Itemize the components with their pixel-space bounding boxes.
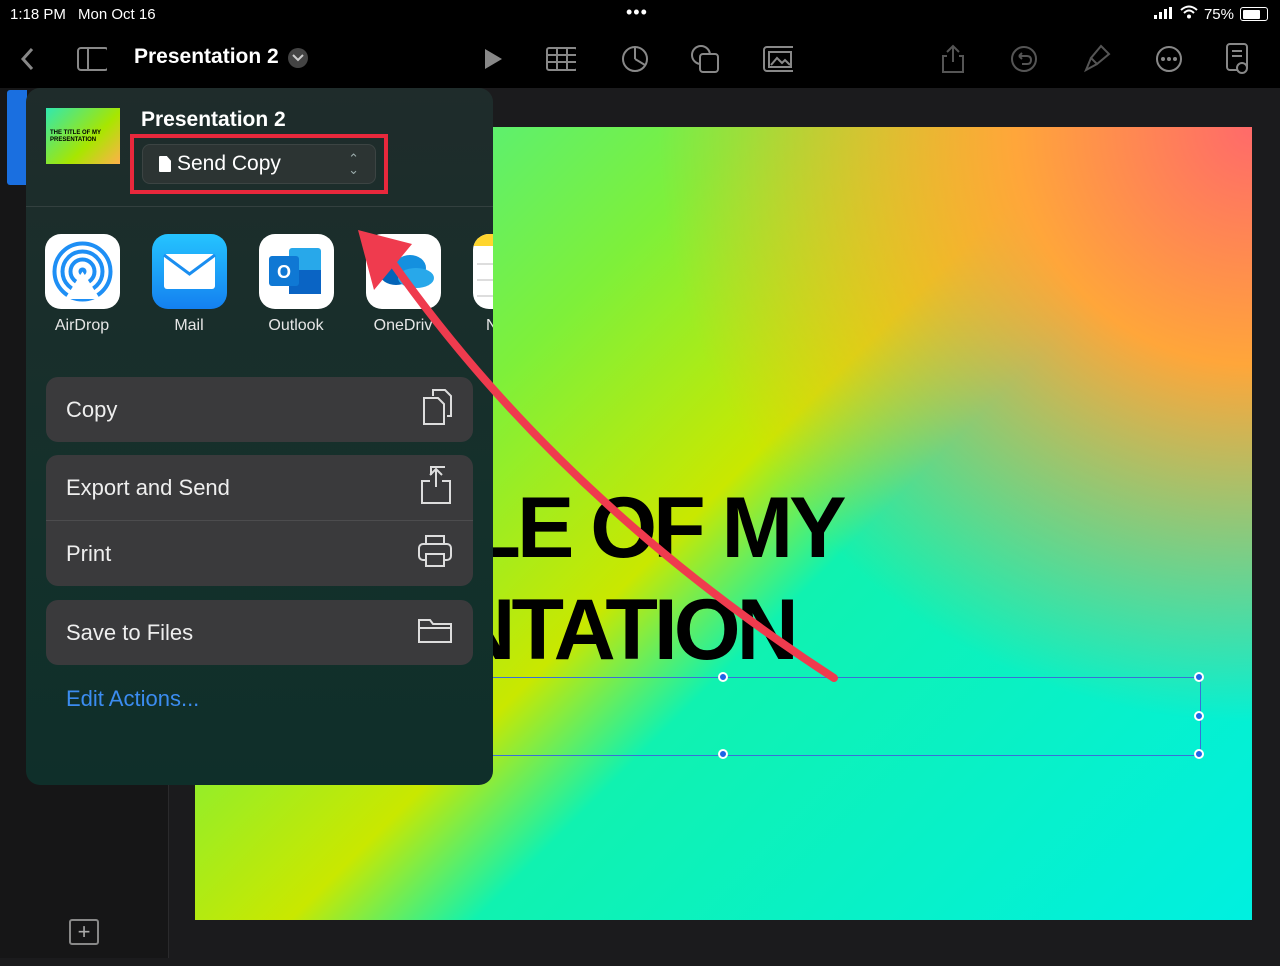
resize-handle-bottom[interactable] xyxy=(718,749,728,759)
shapes-icon[interactable] xyxy=(690,44,720,74)
chart-icon[interactable] xyxy=(620,44,650,74)
table-icon[interactable] xyxy=(546,44,576,74)
document-view-icon[interactable] xyxy=(1223,43,1253,74)
resize-handle-top[interactable] xyxy=(718,672,728,682)
battery-icon xyxy=(1240,7,1268,21)
media-icon[interactable] xyxy=(763,44,793,74)
app-airdrop[interactable]: AirDrop xyxy=(44,234,120,335)
share-icon[interactable] xyxy=(938,44,968,74)
resize-handle-right[interactable] xyxy=(1194,711,1204,721)
status-bar: 1:18 PM Mon Oct 16 ••• 75% xyxy=(0,0,1280,30)
more-icon[interactable] xyxy=(1154,44,1184,74)
format-brush-icon[interactable] xyxy=(1082,44,1112,74)
app-notes[interactable]: N xyxy=(472,234,493,335)
play-icon[interactable] xyxy=(478,44,508,74)
mail-icon xyxy=(151,234,227,309)
app-label: N xyxy=(486,317,493,334)
export-send-action[interactable]: Export and Send xyxy=(46,455,473,520)
save-files-action[interactable]: Save to Files xyxy=(46,600,473,665)
copy-action[interactable]: Copy xyxy=(46,377,473,442)
wifi-icon xyxy=(1180,5,1198,23)
share-sheet: THE TITLE OF MY PRESENTATION Presentatio… xyxy=(26,88,493,785)
outlook-icon: O xyxy=(258,234,334,309)
export-share-icon xyxy=(419,465,453,511)
resize-handle-bottom-right[interactable] xyxy=(1194,749,1204,759)
printer-icon xyxy=(417,534,453,574)
app-label: OneDriv xyxy=(373,317,433,334)
app-label: Outlook xyxy=(268,317,324,334)
status-date: Mon Oct 16 xyxy=(78,6,156,23)
action-group-files: Save to Files xyxy=(46,600,473,665)
status-time: 1:18 PM xyxy=(10,6,66,23)
signal-icon xyxy=(1153,6,1174,23)
status-right: 75% xyxy=(1153,5,1268,23)
selected-slide-indicator[interactable] xyxy=(7,90,27,185)
app-label: Mail xyxy=(174,317,204,334)
sidebar-toggle-icon[interactable] xyxy=(77,44,107,74)
print-action[interactable]: Print xyxy=(46,520,473,586)
selected-text-box[interactable] xyxy=(475,677,1201,756)
app-outlook[interactable]: O Outlook xyxy=(258,234,334,335)
highlight-box xyxy=(130,134,388,194)
app-mail[interactable]: Mail xyxy=(151,234,227,335)
folder-icon xyxy=(417,616,453,650)
onedrive-icon xyxy=(365,234,441,309)
document-title[interactable]: Presentation 2 xyxy=(134,45,279,69)
undo-icon[interactable] xyxy=(1009,44,1039,74)
resize-handle-top-right[interactable] xyxy=(1194,672,1204,682)
svg-text:O: O xyxy=(276,262,290,282)
edit-actions-link[interactable]: Edit Actions... xyxy=(66,686,199,712)
app-onedrive[interactable]: OneDriv xyxy=(365,234,441,335)
copy-icon xyxy=(421,388,453,432)
app-label: AirDrop xyxy=(54,317,110,334)
chevron-down-icon[interactable] xyxy=(288,48,308,68)
save-files-label: Save to Files xyxy=(66,619,194,645)
battery-percent: 75% xyxy=(1203,5,1234,23)
multitask-dots[interactable]: ••• xyxy=(626,2,648,23)
action-group-copy: Copy xyxy=(46,377,473,442)
notes-icon xyxy=(472,234,493,309)
print-label: Print xyxy=(66,540,112,566)
share-sheet-title: Presentation 2 xyxy=(141,108,286,131)
export-send-label: Export and Send xyxy=(66,474,230,500)
presentation-thumbnail: THE TITLE OF MY PRESENTATION xyxy=(46,108,120,164)
action-group-export: Export and Send Print xyxy=(46,455,473,586)
back-chevron-icon[interactable] xyxy=(12,44,42,74)
copy-label: Copy xyxy=(66,396,118,422)
divider xyxy=(26,206,493,207)
add-slide-button[interactable]: + xyxy=(69,919,99,945)
airdrop-icon xyxy=(44,234,120,309)
